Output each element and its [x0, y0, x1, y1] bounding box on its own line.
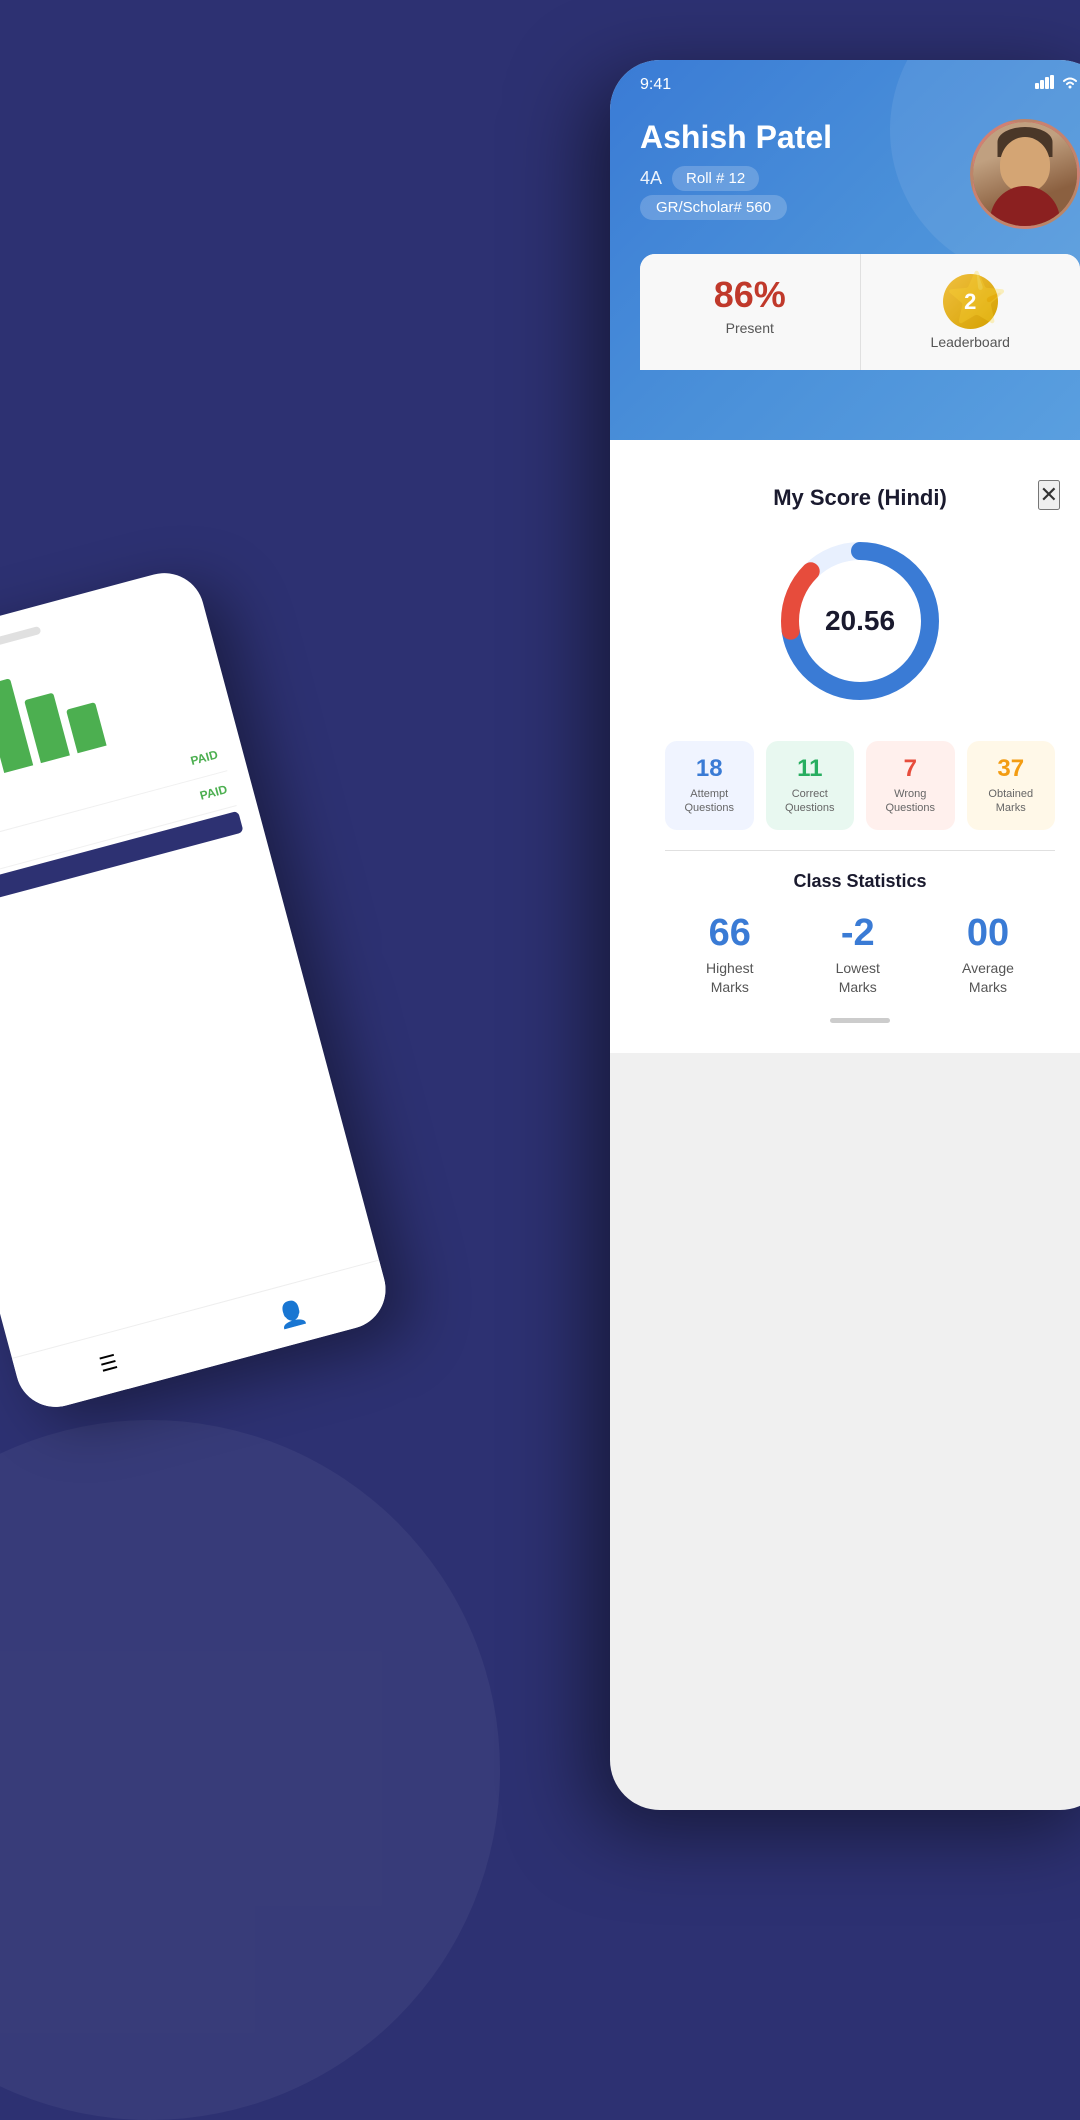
avatar	[970, 119, 1080, 229]
leaderboard-badge: ⭐ 2	[943, 274, 998, 329]
obtained-stat-box: 37 ObtainedMarks	[967, 741, 1056, 830]
class-stats-title: Class Statistics	[665, 871, 1055, 892]
highest-stat: 66 HighestMarks	[706, 912, 753, 998]
main-phone: 9:41	[610, 60, 1080, 1810]
leaderboard-rank: 2	[964, 289, 976, 315]
wrong-label: WrongQuestions	[882, 787, 939, 816]
lowest-label: LowestMarks	[836, 959, 880, 998]
gr-badge: GR/Scholar# 560	[640, 195, 787, 220]
highest-label: HighestMarks	[706, 959, 753, 998]
average-label: AverageMarks	[962, 959, 1014, 998]
lowest-value: -2	[836, 912, 880, 955]
correct-label: CorrectQuestions	[782, 787, 839, 816]
student-name: Ashish Patel	[640, 119, 832, 156]
obtained-label: ObtainedMarks	[983, 787, 1040, 816]
donut-chart-container: 20.56	[665, 531, 1055, 711]
hamburger-icon: ☰	[97, 1349, 121, 1378]
background-phone: 000/- PAID 5000/- PAID 26/5 / Days Ago ☰…	[0, 564, 394, 1416]
divider	[665, 850, 1055, 851]
content-area: My Score (Hindi) ✕ 20.56	[610, 435, 1080, 1053]
class-stats-row: 66 HighestMarks -2 LowestMarks 00 Averag…	[665, 912, 1055, 998]
avatar-face	[1000, 137, 1050, 192]
donut-wrapper: 20.56	[770, 531, 950, 711]
bottom-navigation: ☰ 👤	[12, 1260, 395, 1416]
roll-badge: Roll # 12	[672, 166, 759, 191]
wrong-value: 7	[882, 755, 939, 783]
attempt-stat-box: 18 AttemptQuestions	[665, 741, 754, 830]
leaderboard-label: Leaderboard	[871, 334, 1071, 350]
attempt-value: 18	[681, 755, 738, 783]
donut-center-value: 20.56	[825, 605, 895, 637]
score-card: My Score (Hindi) ✕ 20.56	[640, 455, 1080, 1053]
correct-stat-box: 11 CorrectQuestions	[766, 741, 855, 830]
user-icon: 👤	[274, 1297, 310, 1333]
profile-info: Ashish Patel 4A Roll # 12 GR/Scholar# 56…	[640, 119, 832, 217]
star-icon: ⭐	[946, 269, 1008, 328]
scroll-indicator	[830, 1018, 890, 1023]
score-card-title: My Score (Hindi)	[665, 485, 1055, 511]
correct-value: 11	[782, 755, 839, 783]
phone-header: 9:41	[610, 60, 1080, 440]
avatar-body	[990, 186, 1060, 226]
status-time: 9:41	[640, 76, 671, 94]
highest-value: 66	[706, 912, 753, 955]
attendance-label: Present	[650, 320, 850, 336]
stats-grid: 18 AttemptQuestions 11 CorrectQuestions …	[665, 741, 1055, 830]
profile-section: Ashish Patel 4A Roll # 12 GR/Scholar# 56…	[640, 119, 1080, 229]
class-badge: 4A	[640, 168, 662, 189]
attendance-value: 86%	[650, 274, 850, 316]
student-details: 4A Roll # 12	[640, 166, 832, 191]
close-button[interactable]: ✕	[1038, 480, 1060, 510]
bg-decoration-1	[0, 1420, 500, 2120]
avatar-image	[973, 122, 1077, 226]
obtained-value: 37	[983, 755, 1040, 783]
average-value: 00	[962, 912, 1014, 955]
attendance-stat: 86% Present	[640, 254, 861, 370]
attempt-label: AttemptQuestions	[681, 787, 738, 816]
lowest-stat: -2 LowestMarks	[836, 912, 880, 998]
wrong-stat-box: 7 WrongQuestions	[866, 741, 955, 830]
average-stat: 00 AverageMarks	[962, 912, 1014, 998]
